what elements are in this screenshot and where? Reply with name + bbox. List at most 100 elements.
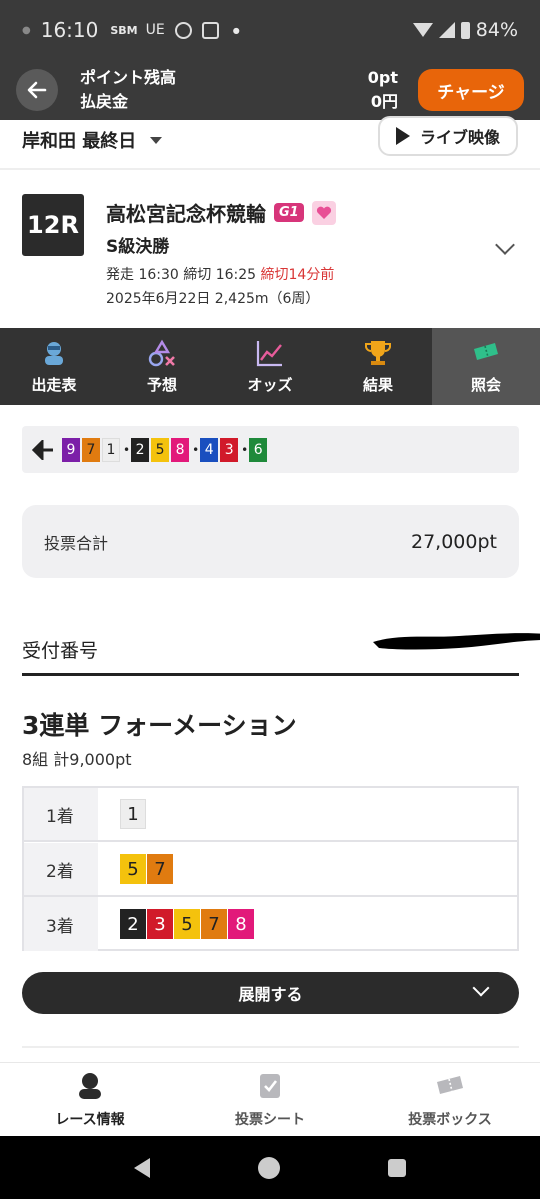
tab-entries[interactable]: 出走表 bbox=[0, 328, 108, 405]
tab-inquiry[interactable]: 照会 bbox=[432, 328, 540, 405]
more-notifications-icon: ● bbox=[232, 25, 240, 35]
line-formation-strip: 9 7 1 • 2 5 8 • 4 3 • 6 bbox=[22, 426, 519, 473]
status-time: 16:10 bbox=[40, 18, 99, 42]
nav-vote-sheet[interactable]: 投票シート bbox=[180, 1063, 360, 1136]
bike-number-chip: 1 bbox=[102, 437, 120, 462]
nav-vote-box[interactable]: 投票ボックス bbox=[360, 1063, 540, 1136]
tab-label: 予想 bbox=[146, 376, 177, 394]
racer-icon bbox=[45, 342, 63, 365]
race-title-row: 高松宮記念杯競輪 G1 bbox=[106, 198, 336, 227]
bike-number-chip: 7 bbox=[201, 909, 227, 939]
race-title: 高松宮記念杯競輪 bbox=[106, 202, 266, 226]
bottom-navigation: レース情報 投票シート 投票ボックス bbox=[0, 1062, 540, 1136]
chevron-down-icon[interactable] bbox=[495, 235, 515, 255]
venue-dropdown[interactable]: 岸和田 最終日 bbox=[22, 127, 136, 153]
line-separator: • bbox=[241, 442, 249, 457]
nav-label: レース情報 bbox=[55, 1111, 125, 1128]
back-button[interactable] bbox=[16, 69, 58, 111]
system-recents-icon[interactable] bbox=[388, 1158, 406, 1177]
ticket-icon bbox=[474, 343, 498, 360]
bike-number-chip: 7 bbox=[147, 854, 173, 884]
bike-number-chip: 2 bbox=[131, 437, 150, 462]
vote-total-value: 27,000pt bbox=[411, 530, 497, 553]
selected-numbers: 23578 bbox=[98, 909, 255, 939]
tab-label: 出走表 bbox=[31, 376, 77, 394]
live-video-label: ライブ映像 bbox=[419, 128, 500, 147]
race-info-card[interactable]: 12R 高松宮記念杯競輪 G1 S級決勝 発走 16:30 締切 16:25 締… bbox=[0, 170, 540, 328]
bike-number-chip: 3 bbox=[220, 437, 239, 462]
bike-number-chip: 8 bbox=[171, 437, 190, 462]
refund-value: 0円 bbox=[370, 92, 398, 111]
tab-prediction[interactable]: 予想 bbox=[108, 328, 216, 405]
balance-values: 0pt 0円 bbox=[368, 66, 398, 114]
vote-total-label: 投票合計 bbox=[44, 533, 109, 553]
arrow-left-icon bbox=[27, 81, 47, 99]
formation-row: 2着 5 7 bbox=[24, 843, 517, 897]
bike-number-chip: 1 bbox=[120, 799, 146, 829]
arrow-left-icon bbox=[32, 439, 53, 460]
divider bbox=[22, 1046, 519, 1048]
bet-type-title: 3連単 フォーメーション bbox=[22, 711, 297, 740]
app-header: ポイント残高 払戻金 0pt 0円 チャージ bbox=[0, 60, 540, 120]
nav-label: 投票シート bbox=[235, 1111, 305, 1128]
redaction-scribble bbox=[373, 633, 540, 650]
ue-indicator: UE bbox=[145, 22, 165, 38]
bike-number-chip: 9 bbox=[62, 437, 80, 462]
expand-label: 展開する bbox=[238, 985, 303, 1004]
receipt-number-label: 受付番号 bbox=[22, 640, 99, 662]
odds-chart-icon bbox=[256, 341, 282, 367]
venue-selector-row: 岸和田 最終日 ライブ映像 bbox=[0, 116, 540, 160]
tab-label: 結果 bbox=[362, 376, 393, 394]
bike-number-chip: 2 bbox=[120, 909, 146, 939]
bike-number-chip: 5 bbox=[151, 437, 170, 462]
refund-label: 払戻金 bbox=[80, 92, 129, 111]
formation-table: 1着 1 2着 5 7 3着 2 3 5 7 8 bbox=[22, 786, 519, 951]
trophy-icon bbox=[365, 341, 391, 365]
finish-position-label: 1着 bbox=[24, 788, 98, 840]
battery-icon bbox=[460, 21, 470, 39]
charge-button[interactable]: チャージ bbox=[418, 69, 524, 111]
status-dot: ● bbox=[22, 24, 31, 36]
signal-icon bbox=[438, 22, 455, 38]
bike-number-chip: 5 bbox=[174, 909, 200, 939]
start-time: 発走 16:30 締切 16:25 bbox=[106, 267, 257, 283]
point-balance-label: ポイント残高 bbox=[80, 68, 177, 87]
play-icon bbox=[395, 127, 410, 145]
expand-button[interactable]: 展開する bbox=[22, 972, 519, 1014]
battery-level: 84% bbox=[475, 19, 518, 41]
grade-badge: G1 bbox=[274, 203, 304, 222]
race-number-badge: 12R bbox=[22, 194, 84, 256]
finish-position-label: 3着 bbox=[24, 897, 98, 951]
bike-number-chip: 4 bbox=[200, 437, 219, 462]
live-video-button[interactable]: ライブ映像 bbox=[378, 116, 518, 156]
caret-down-icon[interactable] bbox=[150, 136, 163, 144]
system-navigation-bar bbox=[0, 1136, 540, 1199]
mail-icon bbox=[201, 21, 219, 39]
balance-labels: ポイント残高 払戻金 bbox=[80, 66, 176, 114]
status-bar: ● 16:10 SBM UE ● 84% bbox=[0, 0, 540, 60]
line-separator: • bbox=[192, 442, 200, 457]
system-back-icon[interactable] bbox=[134, 1157, 150, 1178]
finish-position-label: 2着 bbox=[24, 843, 98, 895]
nav-race-info[interactable]: レース情報 bbox=[0, 1063, 180, 1136]
race-date: 2025年6月22日 2,425m（6周） bbox=[106, 291, 320, 307]
bike-number-chip: 3 bbox=[147, 909, 173, 939]
notification-icon bbox=[174, 21, 192, 39]
race-tab-bar: 出走表 予想 オッズ 結果 照会 bbox=[0, 328, 540, 405]
bike-number-chip: 5 bbox=[120, 854, 146, 884]
bike-number-chip: 6 bbox=[249, 437, 268, 462]
nav-label: 投票ボックス bbox=[408, 1111, 492, 1128]
ticket-icon bbox=[437, 1075, 463, 1094]
formation-row: 1着 1 bbox=[24, 788, 517, 842]
selected-numbers: 57 bbox=[98, 854, 174, 884]
vote-total-card: 投票合計 27,000pt bbox=[22, 505, 519, 578]
race-times: 発走 16:30 締切 16:25 締切14分前 bbox=[106, 264, 334, 284]
favorite-heart-icon[interactable] bbox=[311, 200, 336, 225]
tab-results[interactable]: 結果 bbox=[324, 328, 432, 405]
system-home-icon[interactable] bbox=[258, 1156, 280, 1179]
receipt-number-row: 受付番号 bbox=[22, 622, 540, 676]
formation-row: 3着 2 3 5 7 8 bbox=[24, 897, 517, 951]
sheet-icon bbox=[260, 1073, 280, 1098]
tab-odds[interactable]: オッズ bbox=[216, 328, 324, 405]
tab-label: オッズ bbox=[247, 376, 293, 394]
